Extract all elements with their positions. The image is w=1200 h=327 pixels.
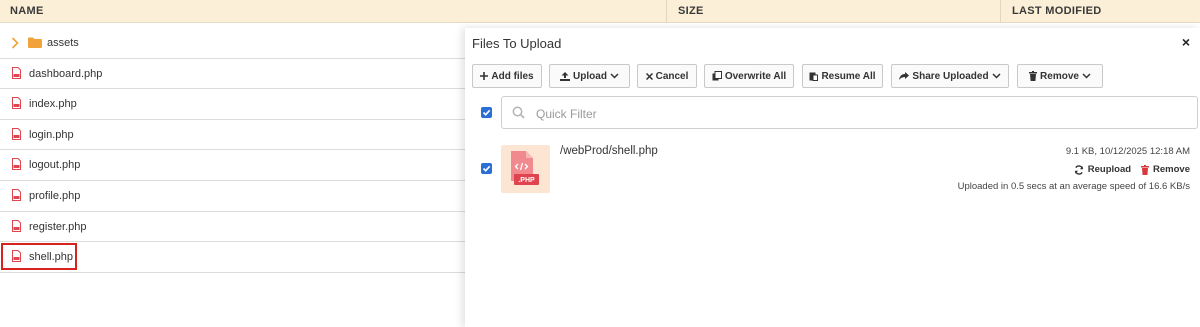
file-row-index-php[interactable]: index.php	[0, 89, 465, 120]
checkmark-icon	[482, 165, 491, 172]
file-name: login.php	[29, 128, 74, 141]
chevron-down-icon	[1082, 73, 1091, 79]
cancel-button[interactable]: Cancel	[637, 64, 697, 88]
overwrite-all-button[interactable]: Overwrite All	[704, 64, 794, 88]
share-icon	[899, 71, 910, 80]
php-file-icon	[12, 219, 21, 232]
chevron-right-icon[interactable]	[11, 37, 19, 49]
cancel-label: Cancel	[655, 70, 689, 82]
column-header-bar: NAME SIZE LAST MODIFIED	[0, 0, 1200, 23]
upload-icon	[560, 71, 571, 81]
php-file-icon	[12, 158, 21, 171]
add-files-label: Add files	[491, 70, 534, 82]
upload-item: .PHP /webProd/shell.php 9.1 KB, 10/12/20…	[465, 141, 1200, 201]
file-row-assets[interactable]: assets	[0, 28, 465, 59]
add-files-button[interactable]: Add files	[472, 64, 542, 88]
upload-item-actions: Reupload Remove	[1074, 164, 1190, 175]
checkmark-icon	[482, 109, 491, 116]
close-icon[interactable]: ×	[1182, 34, 1190, 50]
file-name: index.php	[29, 98, 77, 111]
php-file-icon	[12, 127, 21, 140]
resume-all-label: Resume All	[821, 70, 876, 82]
share-uploaded-dropdown-button[interactable]: Share Uploaded	[891, 64, 1009, 88]
column-header-size[interactable]: SIZE	[678, 5, 704, 17]
upload-dropdown-button[interactable]: Upload	[549, 64, 630, 88]
refresh-icon	[1074, 164, 1083, 175]
trash-icon	[1029, 71, 1038, 81]
paste-icon	[809, 72, 819, 81]
remove-dropdown-button[interactable]: Remove	[1017, 64, 1103, 88]
column-divider[interactable]	[1000, 0, 1001, 23]
chevron-down-icon	[992, 73, 1001, 79]
file-list: assets dashboard.php index.php login.php…	[0, 28, 465, 273]
file-name: assets	[47, 37, 79, 49]
file-row-dashboard-php[interactable]: dashboard.php	[0, 59, 465, 90]
quick-filter-placeholder: Quick Filter	[536, 107, 597, 121]
file-name: dashboard.php	[29, 67, 103, 80]
reupload-button[interactable]: Reupload	[1074, 164, 1131, 175]
plus-icon	[480, 72, 489, 80]
file-type-badge: .PHP	[518, 177, 535, 184]
file-name: register.php	[29, 220, 87, 233]
file-name: profile.php	[29, 189, 81, 202]
trash-icon	[1141, 164, 1150, 175]
files-to-upload-panel: Files To Upload × Add files Upload Cance…	[465, 28, 1200, 327]
chevron-down-icon	[610, 73, 619, 79]
folder-icon	[28, 37, 42, 48]
php-file-icon	[12, 97, 21, 110]
file-row-register-php[interactable]: register.php	[0, 212, 465, 243]
quick-filter-input[interactable]: Quick Filter	[501, 96, 1198, 129]
upload-label: Upload	[573, 70, 607, 82]
column-divider[interactable]	[666, 0, 667, 23]
upload-item-path: /webProd/shell.php	[560, 145, 658, 157]
remove-item-button[interactable]: Remove	[1141, 164, 1190, 175]
remove-item-label: Remove	[1153, 164, 1190, 175]
file-row-shell-php[interactable]: shell.php	[0, 242, 465, 273]
resume-all-button[interactable]: Resume All	[802, 64, 883, 88]
panel-title: Files To Upload	[472, 36, 562, 51]
share-uploaded-label: Share Uploaded	[912, 70, 989, 82]
file-row-profile-php[interactable]: profile.php	[0, 181, 465, 212]
copy-icon	[712, 71, 722, 81]
column-header-name[interactable]: NAME	[10, 5, 44, 17]
search-icon	[512, 106, 525, 119]
upload-item-status: Uploaded in 0.5 secs at an average speed…	[957, 181, 1190, 192]
upload-item-size-date: 9.1 KB, 10/12/2025 12:18 AM	[1065, 146, 1190, 157]
file-row-login-php[interactable]: login.php	[0, 120, 465, 151]
file-name: shell.php	[29, 251, 74, 264]
remove-label: Remove	[1040, 70, 1079, 82]
overwrite-all-label: Overwrite All	[724, 70, 787, 82]
php-file-icon	[12, 188, 21, 201]
column-header-last-modified[interactable]: LAST MODIFIED	[1012, 5, 1101, 17]
close-icon	[645, 72, 653, 80]
reupload-label: Reupload	[1087, 164, 1132, 175]
file-name: logout.php	[29, 159, 81, 172]
php-file-icon	[12, 250, 21, 263]
select-all-checkbox[interactable]	[481, 107, 492, 118]
file-row-logout-php[interactable]: logout.php	[0, 150, 465, 181]
php-file-icon: .PHP	[511, 151, 539, 185]
upload-item-checkbox[interactable]	[481, 163, 492, 174]
php-file-thumbnail: .PHP	[501, 145, 550, 193]
php-file-icon	[12, 66, 21, 79]
